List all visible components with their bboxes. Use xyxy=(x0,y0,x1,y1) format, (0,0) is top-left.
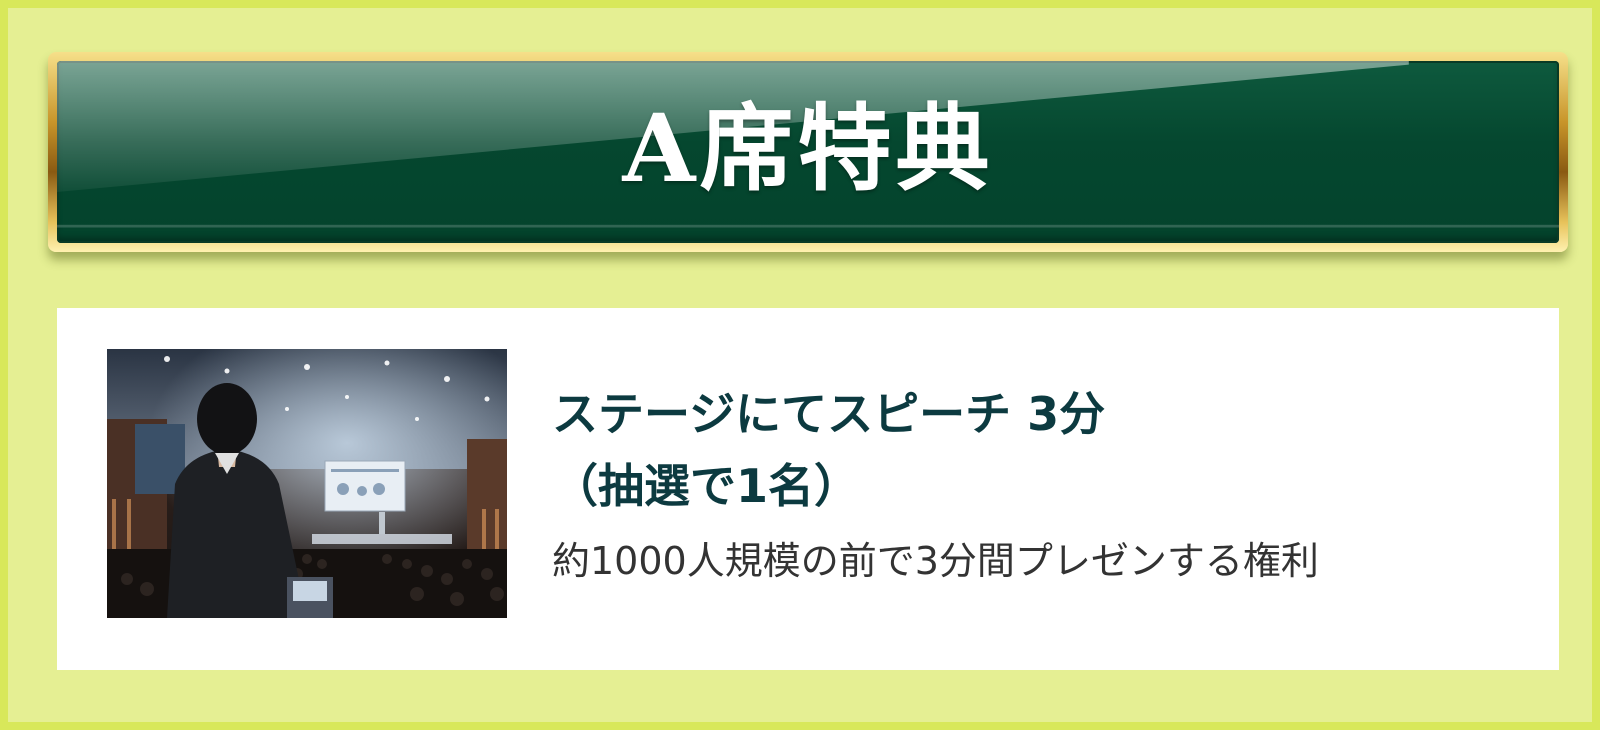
headline-line-1: ステージにてスピーチ 3分 xyxy=(552,387,1106,441)
page-title: A席特典 xyxy=(622,94,994,204)
stage-photo-illustration xyxy=(107,349,507,618)
benefit-card: ステージにてスピーチ 3分 （抽選で1名） 約1000人規模の前で3分間プレゼン… xyxy=(57,308,1559,670)
stage-presentation-photo xyxy=(107,349,507,618)
headline-line-2: （抽選で1名） xyxy=(552,459,861,513)
header-plate-inner: A席特典 xyxy=(57,61,1559,243)
benefit-description: 約1000人規模の前で3分間プレゼンする権利 xyxy=(552,539,1319,583)
page-frame: A席特典 ステージにてスピーチ 3分 （抽選で1名） 約1000人規模の前で3分… xyxy=(0,0,1600,730)
header-plate: A席特典 xyxy=(48,52,1568,252)
benefit-headline: ステージにてスピーチ 3分 （抽選で1名） xyxy=(552,378,1512,522)
